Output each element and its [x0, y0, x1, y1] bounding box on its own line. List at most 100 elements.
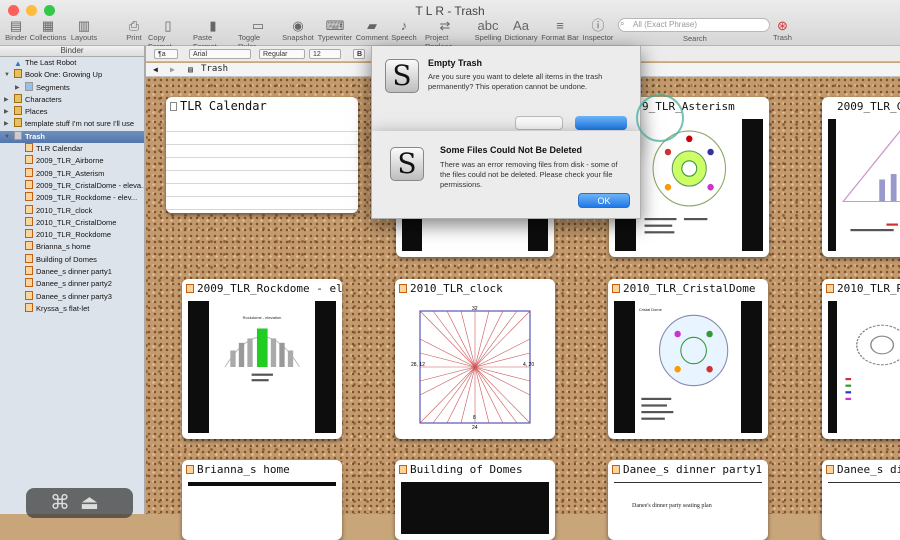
- card-doc-caption: Danee's dinner party seating plan: [632, 503, 712, 509]
- card-image-caption: Cristal Dome: [638, 307, 662, 312]
- dictionary-button[interactable]: Aa Dictionary: [501, 18, 541, 42]
- inspector-icon: ⓘ: [591, 18, 605, 33]
- toolbar-button-label: Format Bar: [541, 33, 579, 42]
- bold-button[interactable]: B: [353, 49, 365, 59]
- document-icon: [25, 167, 33, 177]
- document-icon: [25, 81, 33, 91]
- binder-item[interactable]: ▼ Trash: [0, 130, 144, 144]
- paste-format-icon: ▮: [209, 18, 217, 33]
- binder-item-label: 2010_TLR_Rockdome: [36, 230, 112, 240]
- layouts-button[interactable]: ▥ Layouts: [64, 18, 104, 42]
- disclosure-closed-icon[interactable]: ▶: [15, 82, 20, 94]
- index-card[interactable]: 2010_TLR_clock 32 4, 20 28, 12 8 24: [395, 279, 555, 439]
- card-image-caption: Rockdome - elevation: [242, 315, 282, 320]
- image-document-icon: [186, 465, 194, 474]
- binder-item[interactable]: ▶ Places: [0, 106, 144, 118]
- binder-item[interactable]: Danee_s dinner party2: [0, 278, 144, 290]
- snapshot-icon: ◉: [292, 18, 304, 33]
- editor-path-label: Trash: [201, 64, 229, 74]
- collections-button[interactable]: ▦ Collections: [28, 18, 68, 42]
- project-replace-icon: ⇄: [439, 18, 451, 33]
- binder-item-label: 2010_TLR_CristalDome: [36, 217, 117, 227]
- binder-item[interactable]: 2010_TLR_clock: [0, 204, 144, 217]
- font-size-select[interactable]: 12: [309, 49, 341, 59]
- index-card[interactable]: TLR Calendar: [166, 97, 358, 213]
- clock-diagram: 32 4, 20 28, 12 8 24: [411, 306, 534, 431]
- binder-item[interactable]: Danee_s dinner party1: [0, 266, 144, 278]
- font-family-select[interactable]: Arial: [189, 49, 251, 59]
- toolbar-button-label: Layouts: [70, 33, 98, 42]
- eject-key-icon: ⏏: [80, 492, 109, 514]
- binder-item[interactable]: TLR Calendar: [0, 143, 144, 155]
- document-icon: [14, 93, 22, 103]
- typewriter-button[interactable]: ⌨ Typewriter: [315, 18, 355, 42]
- card-title: Brianna_s home: [197, 463, 290, 476]
- document-icon: [25, 253, 33, 263]
- rockdome-diagram: [845, 324, 900, 400]
- binder-item[interactable]: Building of Domes: [0, 253, 144, 266]
- empty-trash-button[interactable]: [575, 116, 627, 130]
- index-card[interactable]: Danee_s dinner party: [822, 460, 900, 540]
- index-card[interactable]: 2010_TLR_R: [822, 279, 900, 439]
- binder-item[interactable]: 2010_TLR_Rockdome: [0, 229, 144, 241]
- clock-label-e: 4, 20: [523, 362, 534, 368]
- document-icon: [25, 266, 33, 276]
- toolbar-button-label: Snapshot: [282, 33, 314, 42]
- cristaldome-elevation-diagram: [841, 129, 900, 232]
- disclosure-closed-icon[interactable]: ▶: [4, 118, 9, 130]
- cancel-button[interactable]: [515, 116, 563, 130]
- index-card[interactable]: Building of Domes: [395, 460, 555, 540]
- binder-item[interactable]: ▶ Characters: [0, 93, 144, 106]
- disclosure-closed-icon[interactable]: ▶: [4, 94, 9, 106]
- ok-button[interactable]: OK: [578, 193, 630, 208]
- scrivener-app-icon: S: [390, 147, 424, 181]
- speech-icon: ♪: [400, 18, 408, 33]
- inspector-button[interactable]: ⓘ Inspector: [578, 18, 618, 42]
- image-document-icon: [612, 284, 620, 293]
- card-image: [188, 482, 336, 534]
- binder-item[interactable]: Kryssa_s flat-let: [0, 302, 144, 315]
- disclosure-open-icon[interactable]: ▼: [4, 131, 10, 143]
- back-arrow-icon[interactable]: ◀: [153, 63, 158, 76]
- forward-arrow-icon[interactable]: ▶: [170, 63, 175, 76]
- clock-label-n: 32: [472, 306, 478, 312]
- format-bar-button[interactable]: ≡ Format Bar: [540, 18, 580, 42]
- binder-item[interactable]: ▲ The Last Robot: [0, 57, 144, 69]
- toolbar-button-label: Print: [126, 33, 142, 42]
- binder-item[interactable]: 2009_TLR_Rockdome - elev...: [0, 192, 144, 204]
- spelling-icon: abc: [477, 18, 499, 33]
- binder-item[interactable]: 2010_TLR_CristalDome: [0, 216, 144, 229]
- binder-item[interactable]: ▼ Book One: Growing Up: [0, 69, 144, 81]
- trash-button[interactable]: ⊛ Trash: [773, 18, 792, 42]
- snapshot-button[interactable]: ◉ Snapshot: [278, 18, 318, 42]
- image-document-icon: [186, 284, 194, 293]
- binder-item-label: Danee_s dinner party1: [36, 267, 112, 277]
- binder-item[interactable]: 2009_TLR_Asterism: [0, 167, 144, 180]
- speech-button[interactable]: ♪ Speech: [384, 18, 424, 42]
- trash-folder-icon: [14, 130, 22, 140]
- layouts-icon: ▥: [77, 18, 91, 33]
- binder-item[interactable]: 2009_TLR_CristalDome - eleva...: [0, 179, 144, 192]
- binder-item[interactable]: ▶ Segments: [0, 81, 144, 94]
- format-bar-icon: ≡: [556, 18, 564, 33]
- cristaldome-diagram: [641, 314, 728, 420]
- binder-item[interactable]: Brianna_s home: [0, 241, 144, 253]
- rockdome-elevation-diagram: [224, 328, 300, 382]
- index-card[interactable]: Brianna_s home: [182, 460, 342, 540]
- ruler-icon: ▭: [251, 18, 265, 33]
- image-document-icon: [399, 465, 407, 474]
- font-weight-select[interactable]: Regular: [259, 49, 305, 59]
- binder-item[interactable]: ▶ template stuff I'm not sure I'll use: [0, 118, 144, 130]
- search-input[interactable]: All (Exact Phrase): [618, 18, 770, 32]
- clock-label-w: 28, 12: [411, 362, 425, 368]
- text-document-icon: [170, 102, 177, 111]
- index-card[interactable]: 2009_TLR_Rockdome - elevation Rockdome -…: [182, 279, 342, 439]
- index-card[interactable]: 2010_TLR_CristalDome Cristal Dome: [608, 279, 768, 439]
- binder-item[interactable]: Danee_s dinner party3: [0, 290, 144, 303]
- disclosure-closed-icon[interactable]: ▶: [4, 106, 9, 118]
- index-card[interactable]: Danee_s dinner party1 Danee's dinner par…: [608, 460, 768, 540]
- disclosure-open-icon[interactable]: ▼: [4, 69, 10, 81]
- paragraph-style-select[interactable]: ¶a: [154, 49, 178, 59]
- index-card[interactable]: 2009_TLR_Crist: [822, 97, 900, 257]
- binder-item[interactable]: 2009_TLR_Airborne: [0, 155, 144, 167]
